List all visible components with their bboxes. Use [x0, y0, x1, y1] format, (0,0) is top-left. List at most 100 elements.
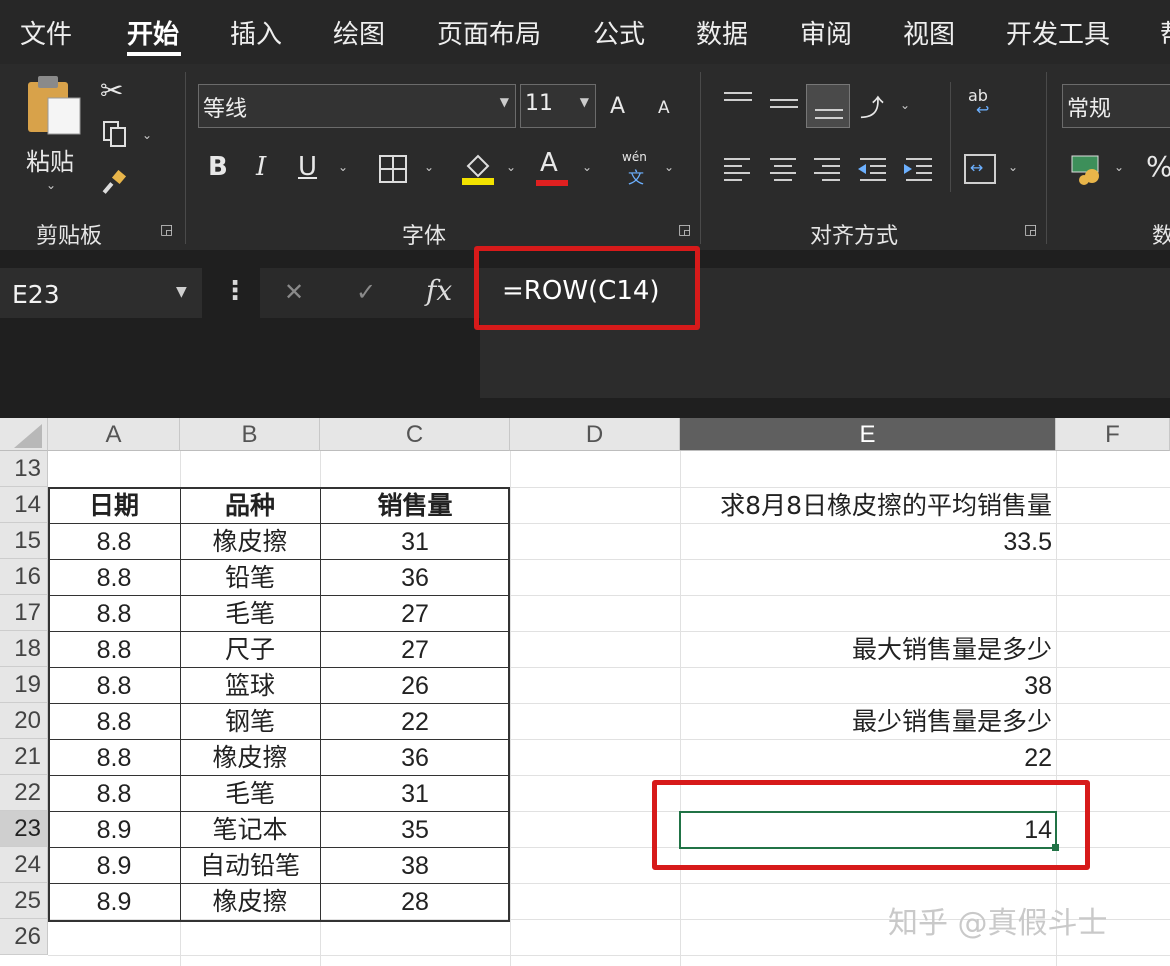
tab-developer[interactable]: 开发工具: [1006, 14, 1110, 51]
header-cell-date[interactable]: 日期: [48, 488, 180, 524]
dialog-launcher-icon[interactable]: ◲: [160, 222, 176, 238]
bold-button[interactable]: B: [208, 152, 228, 182]
column-header-f[interactable]: F: [1056, 418, 1170, 451]
phonetic-dropdown-icon[interactable]: ⌄: [664, 160, 674, 174]
font-name-box[interactable]: 等线 ▼: [198, 84, 516, 128]
table-cell[interactable]: 28: [320, 884, 510, 920]
align-left-icon[interactable]: [722, 156, 754, 184]
name-box-dropdown-icon[interactable]: ▼: [176, 284, 187, 300]
table-cell[interactable]: 篮球: [180, 668, 320, 704]
table-cell[interactable]: 橡皮擦: [180, 524, 320, 560]
table-cell[interactable]: 36: [320, 560, 510, 596]
table-cell[interactable]: 铅笔: [180, 560, 320, 596]
table-cell[interactable]: 钢笔: [180, 704, 320, 740]
tab-page-layout[interactable]: 页面布局: [437, 14, 541, 51]
row-header[interactable]: 17: [0, 595, 48, 631]
fill-color-dropdown-icon[interactable]: ⌄: [506, 160, 516, 174]
tab-view[interactable]: 视图: [903, 14, 955, 51]
tab-data[interactable]: 数据: [696, 14, 748, 51]
table-cell[interactable]: 26: [320, 668, 510, 704]
font-color-dropdown-icon[interactable]: ⌄: [582, 160, 592, 174]
table-cell[interactable]: 22: [320, 704, 510, 740]
align-top-icon[interactable]: [722, 90, 754, 116]
cell-e20-question-min[interactable]: 最少销售量是多少: [680, 704, 1056, 740]
merge-dropdown-icon[interactable]: ⌄: [1008, 160, 1018, 174]
decrease-indent-icon[interactable]: [858, 156, 890, 184]
table-cell[interactable]: 8.8: [48, 740, 180, 776]
table-cell[interactable]: 8.8: [48, 596, 180, 632]
cell-e15-average-result[interactable]: 33.5: [680, 524, 1056, 560]
table-cell[interactable]: 尺子: [180, 632, 320, 668]
dialog-launcher-icon[interactable]: ◲: [1024, 222, 1040, 238]
row-header[interactable]: 25: [0, 883, 48, 919]
confirm-edit-icon[interactable]: ✓: [356, 278, 376, 306]
percent-style-button[interactable]: %: [1146, 150, 1170, 183]
tab-draw[interactable]: 绘图: [333, 14, 385, 51]
align-center-icon[interactable]: [768, 156, 800, 184]
column-header-d[interactable]: D: [510, 418, 680, 451]
table-cell[interactable]: 橡皮擦: [180, 884, 320, 920]
orientation-icon[interactable]: ⤴: [860, 88, 884, 123]
tab-review[interactable]: 审阅: [800, 14, 852, 51]
table-cell[interactable]: 毛笔: [180, 596, 320, 632]
underline-dropdown-icon[interactable]: ⌄: [338, 160, 348, 174]
table-cell[interactable]: 35: [320, 812, 510, 848]
table-cell[interactable]: 31: [320, 524, 510, 560]
table-cell[interactable]: 8.8: [48, 668, 180, 704]
table-cell[interactable]: 8.8: [48, 560, 180, 596]
header-cell-variety[interactable]: 品种: [180, 488, 320, 524]
fill-color-icon[interactable]: [460, 150, 496, 186]
row-header[interactable]: 23: [0, 811, 48, 847]
table-cell[interactable]: 27: [320, 596, 510, 632]
italic-button[interactable]: I: [256, 152, 266, 182]
header-cell-sales[interactable]: 销售量: [320, 488, 510, 524]
insert-function-icon[interactable]: fx: [426, 274, 452, 307]
orientation-dropdown-icon[interactable]: ⌄: [900, 98, 910, 112]
row-header[interactable]: 19: [0, 667, 48, 703]
column-header-e[interactable]: E: [680, 418, 1056, 451]
increase-indent-icon[interactable]: [904, 156, 936, 184]
row-header[interactable]: 20: [0, 703, 48, 739]
accounting-dropdown-icon[interactable]: ⌄: [1114, 160, 1124, 174]
align-bottom-icon[interactable]: [806, 84, 850, 128]
paste-button[interactable]: 粘贴 ⌄: [18, 72, 86, 198]
cell-e19-max-result[interactable]: 38: [680, 668, 1056, 704]
table-cell[interactable]: 8.8: [48, 776, 180, 812]
row-header[interactable]: 16: [0, 559, 48, 595]
cancel-edit-icon[interactable]: ✕: [284, 278, 304, 306]
font-color-icon[interactable]: A: [540, 148, 558, 178]
merge-center-icon[interactable]: ↔: [964, 154, 996, 184]
row-header[interactable]: 24: [0, 847, 48, 883]
tab-insert[interactable]: 插入: [230, 14, 282, 51]
column-header-a[interactable]: A: [48, 418, 180, 451]
row-header[interactable]: 15: [0, 523, 48, 559]
cut-icon[interactable]: ✂: [100, 74, 123, 107]
column-header-b[interactable]: B: [180, 418, 320, 451]
select-all-button[interactable]: [0, 418, 48, 451]
align-right-icon[interactable]: [812, 156, 844, 184]
table-cell[interactable]: 8.8: [48, 524, 180, 560]
table-cell[interactable]: 8.9: [48, 884, 180, 920]
cell-e18-question-max[interactable]: 最大销售量是多少: [680, 632, 1056, 668]
align-middle-icon[interactable]: [768, 90, 800, 116]
table-cell[interactable]: 36: [320, 740, 510, 776]
name-box[interactable]: E23 ▼: [0, 268, 202, 318]
tab-file[interactable]: 文件: [20, 14, 72, 51]
cell-e21-min-result[interactable]: 22: [680, 740, 1056, 776]
table-cell[interactable]: 8.8: [48, 704, 180, 740]
row-header[interactable]: 14: [0, 487, 48, 523]
borders-icon[interactable]: [378, 154, 408, 184]
phonetic-guide-icon[interactable]: wén 文: [620, 150, 652, 187]
table-cell[interactable]: 橡皮擦: [180, 740, 320, 776]
table-cell[interactable]: 自动铅笔: [180, 848, 320, 884]
table-cell[interactable]: 31: [320, 776, 510, 812]
copy-dropdown-icon[interactable]: ⌄: [142, 128, 152, 142]
table-cell[interactable]: 8.9: [48, 848, 180, 884]
number-format-box[interactable]: 常规: [1062, 84, 1170, 128]
dialog-launcher-icon[interactable]: ◲: [678, 222, 694, 238]
wrap-text-icon[interactable]: ab ↩: [966, 86, 996, 120]
column-header-c[interactable]: C: [320, 418, 510, 451]
table-cell[interactable]: 8.8: [48, 632, 180, 668]
tab-help[interactable]: 帮: [1160, 14, 1170, 51]
underline-button[interactable]: U: [298, 152, 317, 182]
